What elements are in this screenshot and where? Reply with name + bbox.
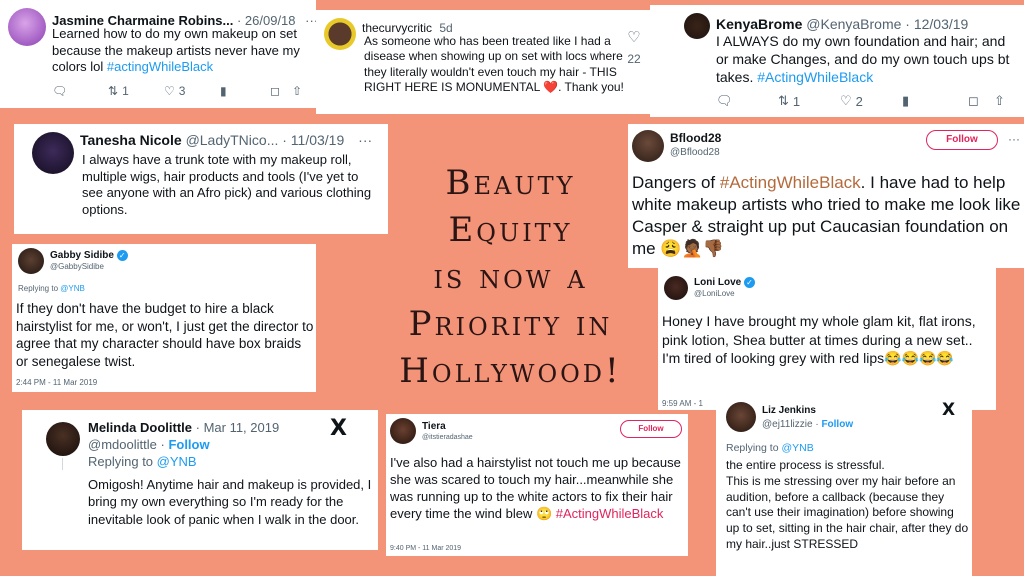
reply-mention[interactable]: @YNB bbox=[60, 284, 85, 293]
follow-link[interactable]: Follow bbox=[168, 437, 209, 452]
tweet-text: Honey I have brought my whole glam kit, … bbox=[662, 313, 976, 367]
retweet-button[interactable]: ⇅ 1 bbox=[778, 93, 840, 109]
tweet-loni: Loni Love ✓ @LoniLove Honey I have broug… bbox=[658, 268, 996, 410]
reply-icon[interactable]: 🗨︎ bbox=[716, 93, 778, 109]
author-handle[interactable]: @GabbySidibe bbox=[50, 262, 128, 272]
hashtag[interactable]: #ActingWhileBlack bbox=[556, 506, 664, 521]
bookmark-icon[interactable]: ◻ bbox=[968, 93, 994, 109]
tweet-text: the entire process is stressful. This is… bbox=[726, 458, 969, 552]
reply-label: Replying to bbox=[18, 284, 61, 293]
author-name[interactable]: Tiera bbox=[422, 420, 473, 433]
reply-icon[interactable]: 🗨︎ bbox=[52, 84, 108, 98]
more-icon[interactable]: ··· bbox=[1008, 132, 1020, 146]
reply-mention[interactable]: @YNB bbox=[157, 454, 197, 469]
reply-label: Replying to bbox=[88, 453, 157, 469]
share-icon[interactable]: ⇧ bbox=[994, 93, 1005, 109]
hashtag[interactable]: #ActingWhileBlack bbox=[757, 69, 873, 85]
tweet-date[interactable]: · Mar 11, 2019 bbox=[196, 420, 280, 435]
tweet-text: I always have a trunk tote with my makeu… bbox=[82, 152, 372, 217]
headline-line-2: Equity bbox=[448, 210, 573, 250]
tweet-date[interactable]: 5d bbox=[439, 21, 452, 35]
tweet-time[interactable]: 9:40 PM - 11 Mar 2019 bbox=[390, 545, 461, 552]
tweet-time[interactable]: 9:59 AM - 1 bbox=[662, 399, 703, 408]
author-name[interactable]: Melinda Doolittle bbox=[88, 420, 192, 435]
tweet-bflood: Bflood28 @Bflood28 Follow ··· Dangers of… bbox=[628, 124, 1024, 268]
tweet-liz: Liz Jenkins @ej11lizzie · Follow X Reply… bbox=[716, 396, 972, 576]
verified-icon: ✓ bbox=[744, 277, 756, 289]
tweet-melinda: Melinda Doolittle · Mar 11, 2019 @mdooli… bbox=[22, 410, 378, 550]
author-name[interactable]: Gabby Sidibe bbox=[50, 250, 114, 261]
author-handle[interactable]: @LadyTNico... · 11/03/19 bbox=[186, 132, 345, 148]
x-logo-icon[interactable]: X bbox=[942, 400, 955, 420]
author-handle[interactable]: @itstieradashae bbox=[422, 433, 473, 442]
headline-line-4: Priority in bbox=[408, 304, 613, 344]
avatar[interactable] bbox=[8, 8, 46, 46]
headline: Beauty Equity is now a Priority in Holly… bbox=[368, 160, 653, 395]
retweet-button[interactable]: ⇅ 1 bbox=[108, 84, 164, 98]
author-name[interactable]: Loni Love bbox=[694, 277, 741, 288]
follow-link[interactable]: Follow bbox=[821, 419, 853, 430]
author-name[interactable]: KenyaBrome bbox=[716, 16, 802, 32]
like-count: 2 bbox=[855, 93, 863, 109]
avatar[interactable] bbox=[632, 130, 664, 162]
views-icon[interactable]: ▮ bbox=[902, 93, 968, 109]
hashtag[interactable]: #actingWhileBlack bbox=[107, 59, 213, 74]
reply-mention[interactable]: @YNB bbox=[781, 442, 813, 454]
tweet-text-pre: Dangers of bbox=[632, 173, 720, 192]
views-icon[interactable]: ▮ bbox=[220, 84, 270, 98]
author-handle[interactable]: @LoniLove bbox=[694, 289, 755, 299]
author-name[interactable]: Bflood28 bbox=[670, 131, 721, 147]
share-icon[interactable]: ⇧ bbox=[292, 84, 302, 98]
like-button[interactable]: ♡ 3 bbox=[164, 84, 220, 98]
author-handle[interactable]: @mdoolittle bbox=[88, 437, 157, 452]
author-name[interactable]: Liz Jenkins bbox=[762, 404, 853, 418]
tweet-text: As someone who has been treated like I h… bbox=[364, 34, 624, 95]
author-handle[interactable]: @Bflood28 bbox=[670, 146, 721, 159]
like-count: 22 bbox=[627, 52, 641, 66]
author-handle[interactable]: @ej11lizzie · bbox=[762, 419, 821, 430]
retweet-count: 1 bbox=[122, 84, 129, 98]
like-icon[interactable]: ♡ bbox=[622, 28, 646, 46]
reply-label: Replying to bbox=[726, 442, 782, 454]
hashtag[interactable]: #ActingWhileBlack bbox=[720, 173, 861, 192]
tweet-tanesha: Tanesha Nicole @LadyTNico... · 11/03/19 … bbox=[14, 124, 388, 234]
author-name[interactable]: Tanesha Nicole bbox=[80, 132, 182, 148]
author-handle[interactable]: @KenyaBrome · 12/03/19 bbox=[806, 16, 968, 32]
headline-line-5: Hollywood! bbox=[399, 351, 622, 391]
avatar[interactable] bbox=[324, 18, 356, 50]
verified-icon: ✓ bbox=[116, 250, 128, 262]
tweet-text: Omigosh! Anytime hair and makeup is prov… bbox=[88, 477, 372, 527]
avatar[interactable] bbox=[684, 13, 710, 39]
tweet-jasmine: Jasmine Charmaine Robins... · 26/09/18 ·… bbox=[0, 0, 316, 108]
avatar[interactable] bbox=[726, 402, 756, 432]
tweet-text: If they don't have the budget to hire a … bbox=[16, 301, 314, 369]
tweet-time[interactable]: 2:44 PM - 11 Mar 2019 bbox=[16, 378, 97, 387]
like-button[interactable]: ♡ 2 bbox=[840, 93, 902, 109]
tweet-tiera: Tiera @itstieradashae Follow I've also h… bbox=[386, 414, 688, 556]
avatar[interactable] bbox=[390, 418, 416, 444]
avatar[interactable] bbox=[32, 132, 74, 174]
headline-line-1: Beauty bbox=[445, 163, 576, 203]
author-name[interactable]: thecurvycritic bbox=[362, 21, 432, 35]
like-count: 3 bbox=[178, 84, 186, 98]
more-icon[interactable]: ··· bbox=[358, 132, 372, 148]
headline-line-3: is now a bbox=[433, 257, 588, 297]
follow-button[interactable]: Follow bbox=[620, 420, 682, 438]
x-logo-icon[interactable]: X bbox=[330, 416, 347, 441]
tweet-curvycritic: thecurvycritic 5d As someone who has bee… bbox=[316, 10, 650, 114]
avatar[interactable] bbox=[664, 276, 688, 300]
bookmark-icon[interactable]: ◻ bbox=[270, 84, 292, 98]
retweet-count: 1 bbox=[792, 93, 801, 109]
tweet-kenyabrome: KenyaBrome @KenyaBrome · 12/03/19 I ALWA… bbox=[650, 5, 1024, 117]
avatar[interactable] bbox=[46, 422, 80, 456]
tweet-gabby: Gabby Sidibe ✓ @GabbySidibe Replying to … bbox=[12, 244, 316, 392]
follow-button[interactable]: Follow bbox=[926, 130, 998, 150]
avatar[interactable] bbox=[18, 248, 44, 274]
